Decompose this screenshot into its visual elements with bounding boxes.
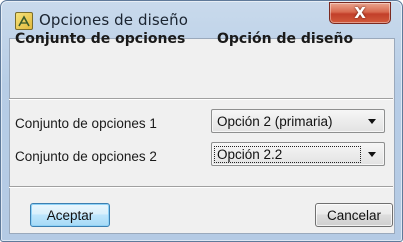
option-select-2[interactable]: Opción 2.2 — [211, 142, 385, 166]
close-button[interactable]: X — [329, 2, 391, 24]
accept-button[interactable]: Aceptar — [30, 203, 110, 227]
option-select-1[interactable]: Opción 2 (primaria) — [211, 109, 385, 133]
option-select-value-2: Opción 2.2 — [214, 146, 361, 163]
option-set-label-2: Conjunto de opciones 2 — [15, 149, 157, 164]
column-header-set: Conjunto de opciones — [15, 31, 186, 47]
header-divider — [9, 98, 393, 100]
column-header-option: Opción de diseño — [217, 31, 354, 47]
chevron-down-icon — [368, 152, 376, 157]
window-title: Opciones de diseño — [39, 11, 188, 29]
design-options-icon — [15, 12, 33, 30]
chevron-down-icon — [368, 119, 376, 124]
option-set-label-1: Conjunto de opciones 1 — [15, 116, 157, 131]
option-select-value-1: Opción 2 (primaria) — [217, 114, 333, 129]
footer-divider — [9, 186, 393, 188]
close-icon: X — [354, 4, 366, 22]
cancel-button[interactable]: Cancelar — [315, 203, 393, 227]
